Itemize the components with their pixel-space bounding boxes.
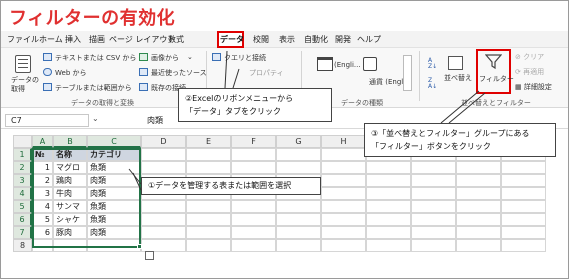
callout-pointers bbox=[128, 50, 486, 191]
screenshot-frame: フィルターの有効化 ファイル ホーム 挿入 描画 ページ レイアウト 数式 データ 校閲 表示自… bbox=[0, 0, 569, 279]
